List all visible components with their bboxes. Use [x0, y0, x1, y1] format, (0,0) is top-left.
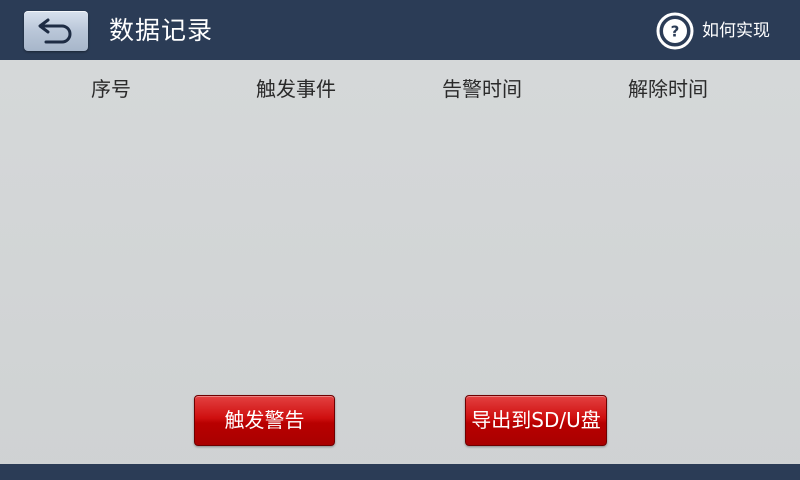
page-title: 数据记录	[109, 16, 214, 45]
column-header-index: 序号	[91, 77, 131, 101]
column-header-alarm-time: 告警时间	[442, 77, 522, 101]
help-button[interactable]: ? 如何实现	[656, 12, 770, 50]
header-bar: 数据记录 ? 如何实现	[0, 0, 800, 60]
question-mark-icon: ?	[656, 12, 694, 50]
svg-text:?: ?	[671, 23, 680, 41]
export-button[interactable]: 导出到SD/U盘	[465, 395, 607, 446]
trigger-alarm-button[interactable]: 触发警告	[194, 395, 335, 446]
footer-bar	[0, 464, 800, 480]
back-button[interactable]	[24, 11, 88, 51]
back-arrow-icon	[36, 16, 76, 46]
help-label: 如何实现	[702, 21, 770, 41]
column-header-clear-time: 解除时间	[628, 77, 708, 101]
screen: 数据记录 ? 如何实现 序号 触发事件 告警时间 解除时间 触发警告 导出到SD…	[0, 0, 800, 480]
column-header-trigger-event: 触发事件	[256, 77, 336, 101]
